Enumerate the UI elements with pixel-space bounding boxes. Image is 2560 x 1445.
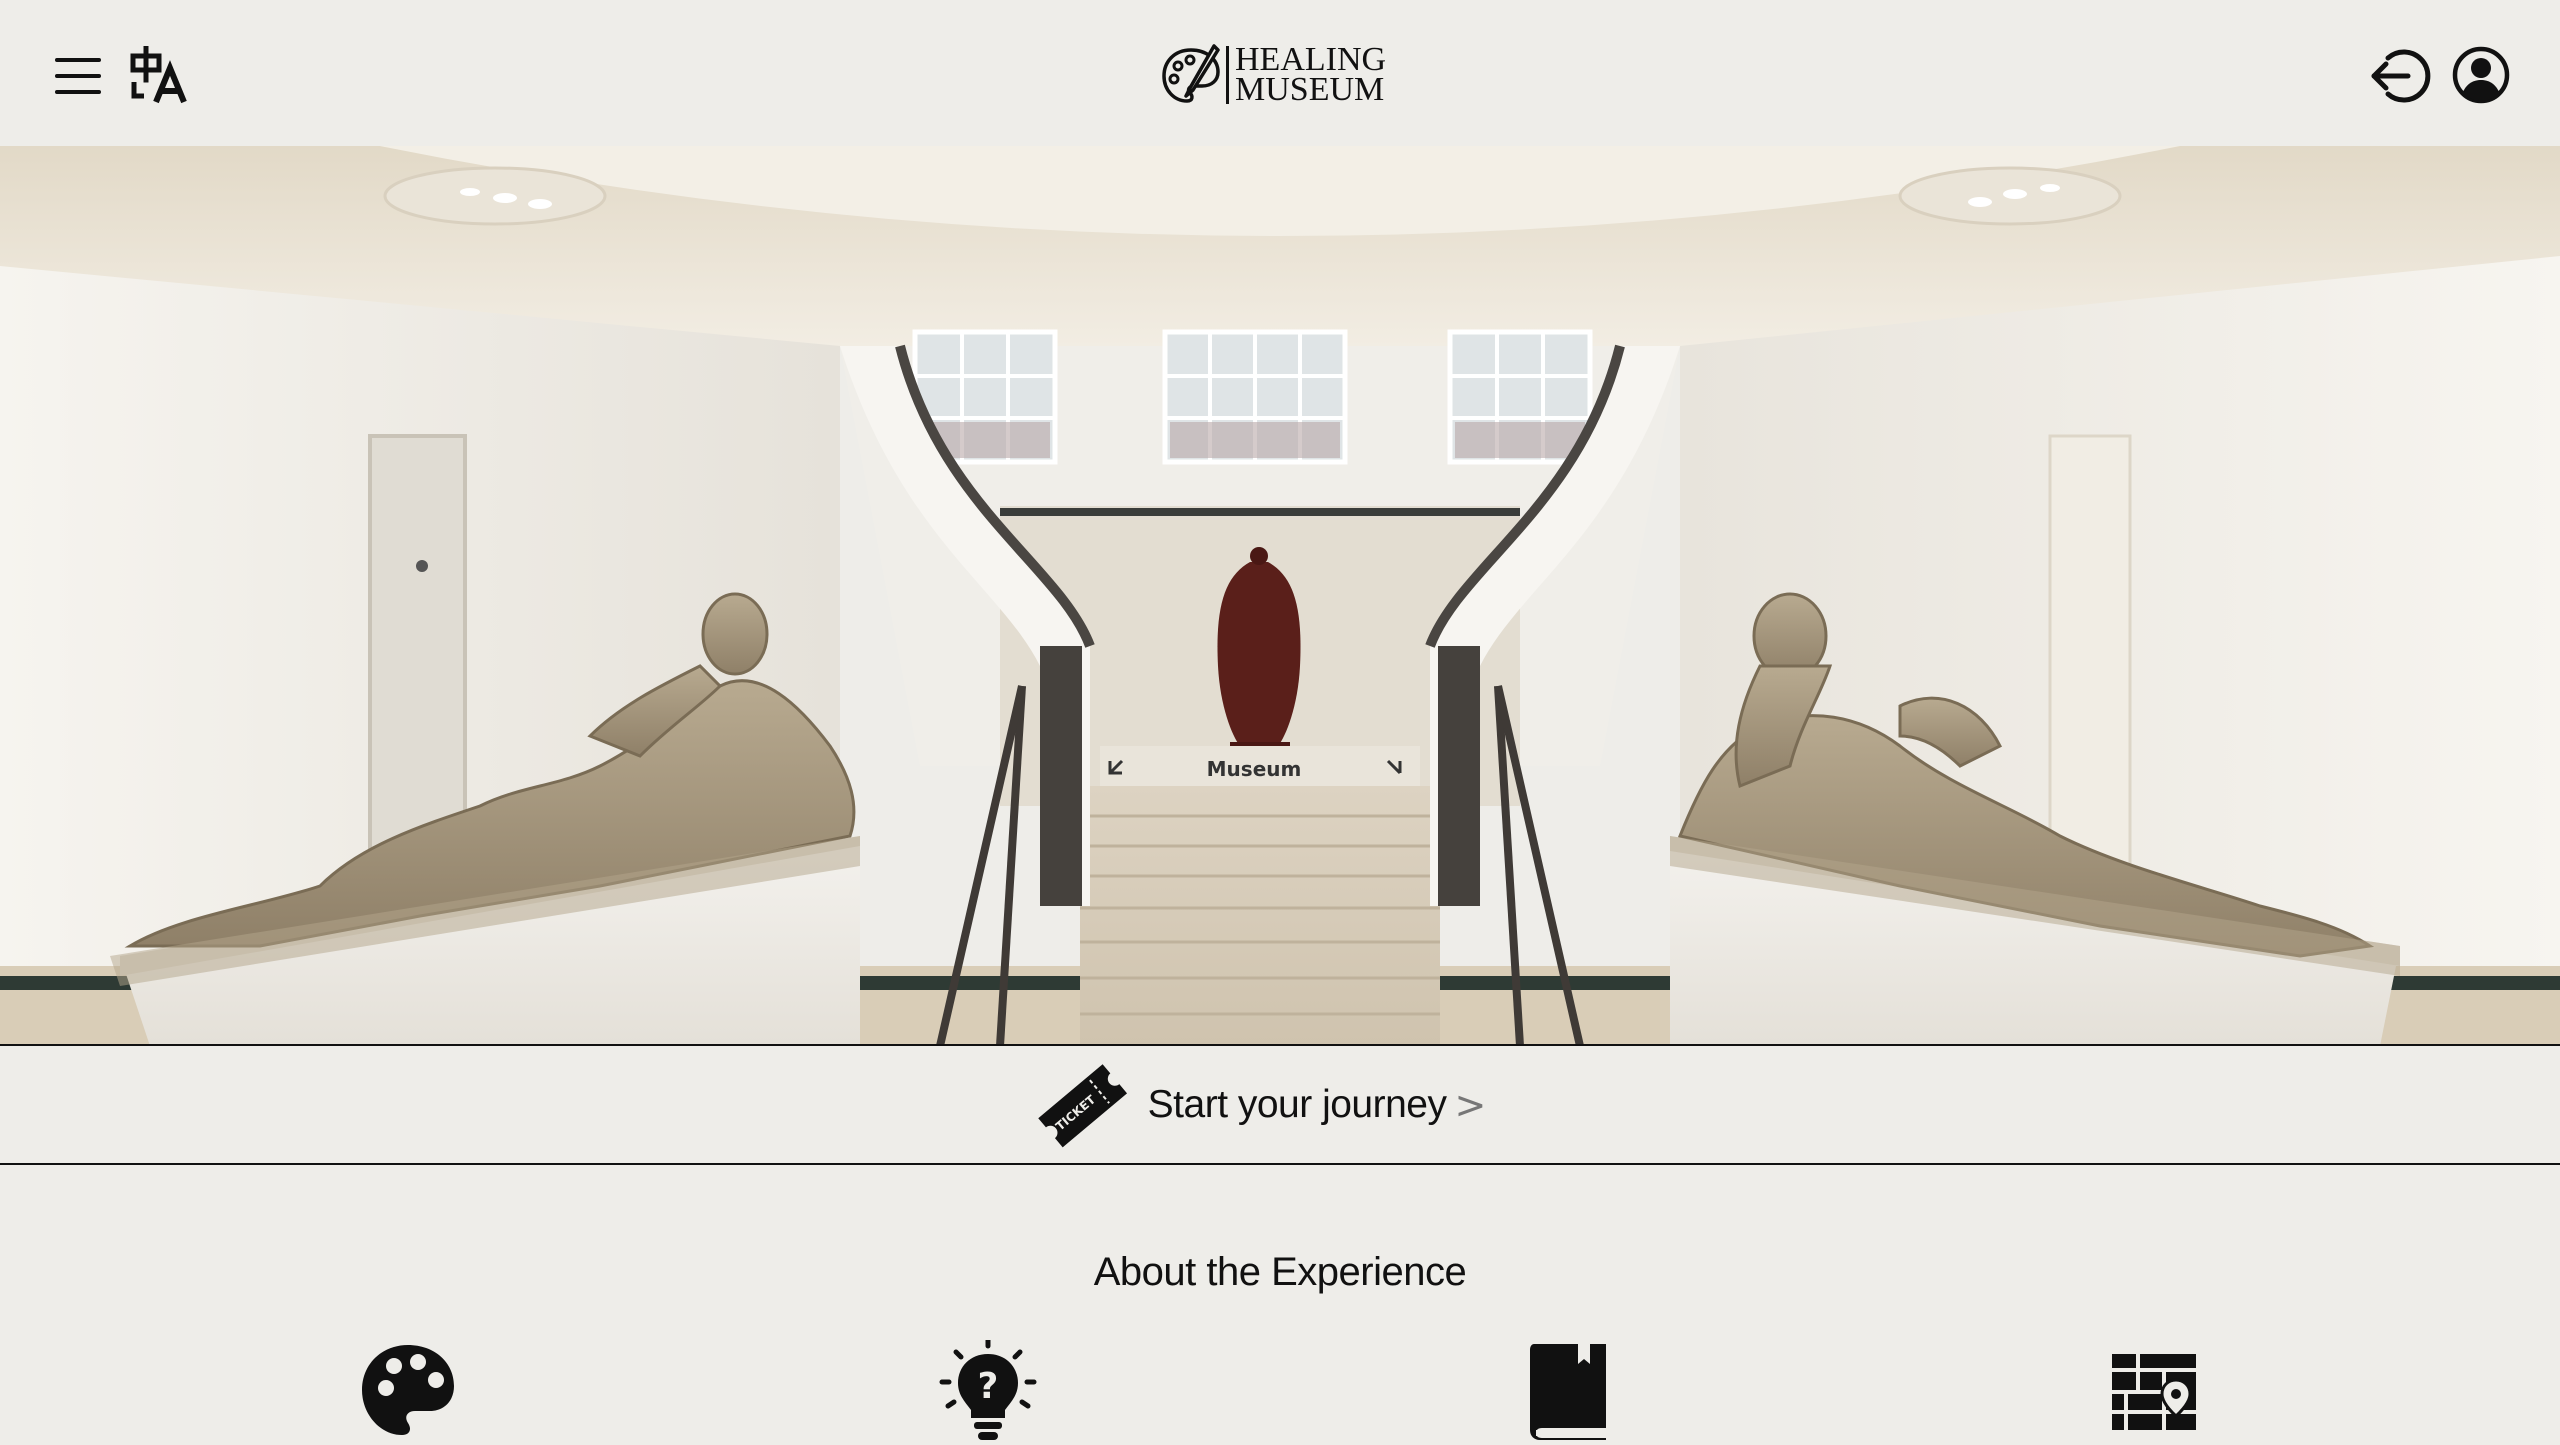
about-section-title: About the Experience	[1093, 1250, 1467, 1294]
chevron-right-icon: >	[1454, 1083, 1487, 1127]
book-icon[interactable]	[1520, 1340, 1620, 1440]
map-pin-icon[interactable]	[2104, 1340, 2204, 1440]
lightbulb-question-icon[interactable]: ?	[938, 1337, 1038, 1440]
logo-divider	[1226, 46, 1229, 104]
logo-wordmark: HEALING MUSEUM	[1235, 43, 1386, 108]
healing-museum-logo[interactable]: HEALING MUSEUM	[1160, 40, 1386, 110]
start-journey-label: Start your journey	[1147, 1083, 1447, 1126]
logo-line-2: MUSEUM	[1235, 71, 1385, 108]
palette-icon[interactable]	[358, 1340, 458, 1440]
top-navigation-bar: HEALING MUSEUM	[0, 0, 2560, 146]
hero-museum-staircase-image: Museum	[0, 146, 2560, 1046]
museum-sign-text: Museum	[1207, 757, 1302, 781]
palette-brush-icon	[1162, 44, 1220, 103]
start-journey-link[interactable]: TICKET Start your journey >	[0, 1047, 2560, 1165]
logout-arrow-icon[interactable]	[2368, 46, 2432, 106]
svg-text:?: ?	[978, 1366, 999, 1407]
museum-staircase-photo: Museum	[0, 146, 2560, 1044]
ticket-icon: TICKET	[1037, 1064, 1127, 1148]
translate-icon[interactable]	[130, 45, 188, 104]
hamburger-menu-icon[interactable]	[55, 58, 101, 94]
user-circle-icon[interactable]	[2452, 46, 2510, 104]
